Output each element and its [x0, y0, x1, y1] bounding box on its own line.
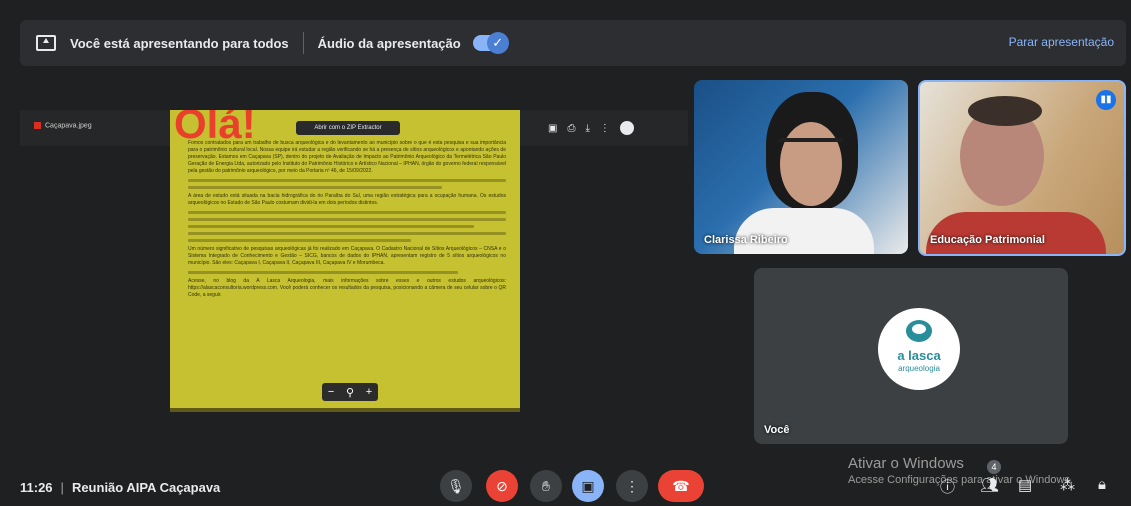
company-logo: a lasca arqueologia [878, 308, 960, 390]
zoom-icon: ⚲ [345, 386, 355, 399]
shared-document: Olá! Fomos contratados para um trabalho … [170, 110, 520, 408]
meeting-info: 11:26 | Reunião AIPA Caçapava [20, 480, 221, 495]
file-name: Caçapava.jpeg [34, 122, 92, 129]
mic-icon: 🎙︎ [447, 478, 465, 494]
doc-paragraph: Acesse, no blog da A Lasca Arqueologia, … [188, 278, 506, 298]
participant-tile[interactable]: Clarissa Ribeiro [694, 80, 908, 254]
more-vert-icon: ⋮ [625, 478, 639, 494]
hand-icon: ✋︎ [542, 478, 550, 494]
doc-paragraph: Fomos contratados para um trabalho de bu… [188, 140, 506, 174]
camera-off-icon: ⊘ [496, 478, 508, 494]
print-icon[interactable]: ⎙ [567, 123, 575, 134]
participant-name: Educação Patrimonial [930, 234, 1045, 246]
windows-activation-watermark: Ativar o Windows Acesse Configurações pa… [848, 455, 1073, 486]
zoom-controls: − ⚲ + [322, 383, 378, 401]
audio-toggle[interactable]: ✓ [472, 32, 509, 54]
info-icon[interactable]: ⓘ [940, 476, 955, 497]
zoom-out-button[interactable]: − [328, 386, 334, 398]
open-with-zip-button[interactable]: Abrir com o ZIP Extractor [296, 121, 400, 135]
presenting-text: Você está apresentando para todos [70, 35, 289, 51]
mic-button[interactable]: 🎙︎ [440, 470, 472, 502]
doc-paragraph: Um número significativo de pesquisas arq… [188, 246, 506, 266]
glasses [778, 138, 844, 156]
comment-icon[interactable]: ▣ [548, 123, 557, 134]
presenting-banner: Você está apresentando para todos Áudio … [20, 20, 1126, 66]
clock-time: 11:26 [20, 480, 53, 495]
participant-name: Clarissa Ribeiro [704, 234, 788, 246]
check-icon: ✓ [486, 32, 509, 54]
avatar[interactable] [619, 121, 634, 135]
image-file-icon [34, 122, 41, 129]
people-count-badge: 4 [987, 460, 1001, 474]
audio-label: Áudio da apresentação [317, 35, 461, 51]
participant-tile-speaking[interactable]: ▮▮ Educação Patrimonial [918, 80, 1126, 256]
raise-hand-button[interactable]: ✋︎ [530, 470, 562, 502]
doc-body: Fomos contratados para um trabalho de bu… [188, 140, 506, 299]
present-icon: ▣ [581, 478, 595, 494]
meeting-name: Reunião AIPA Caçapava [71, 480, 221, 495]
people-icon[interactable]: 👥︎ [980, 476, 999, 494]
viewer-tools: ▣ ⎙ ⤓ ⋮ [548, 120, 634, 136]
present-button[interactable]: ▣ [572, 470, 604, 502]
self-tile[interactable]: a lasca arqueologia Você [754, 268, 1068, 444]
activities-icon[interactable]: ⁂ [1060, 476, 1075, 494]
more-options-button[interactable]: ⋮ [616, 470, 648, 502]
present-screen-icon [36, 35, 56, 51]
banner-divider [302, 32, 304, 54]
stop-presenting-button[interactable]: Parar apresentação [1009, 35, 1114, 49]
speaking-indicator-icon: ▮▮ [1096, 90, 1116, 110]
zoom-in-button[interactable]: + [366, 386, 372, 398]
more-vert-icon[interactable]: ⋮ [600, 123, 610, 134]
participant-name: Você [764, 424, 790, 436]
doc-footer [170, 408, 520, 412]
doc-paragraph: A área de estudo está situada na bacia h… [188, 193, 506, 206]
phone-hangup-icon: ☎︎ [672, 478, 690, 494]
leave-call-button[interactable]: ☎︎ [658, 470, 704, 502]
host-controls-lock-icon[interactable]: 🔒︎ [1098, 476, 1106, 493]
camera-off-button[interactable]: ⊘ [486, 470, 518, 502]
chat-icon[interactable]: ▤ [1018, 476, 1032, 494]
download-icon[interactable]: ⤓ [585, 123, 589, 134]
